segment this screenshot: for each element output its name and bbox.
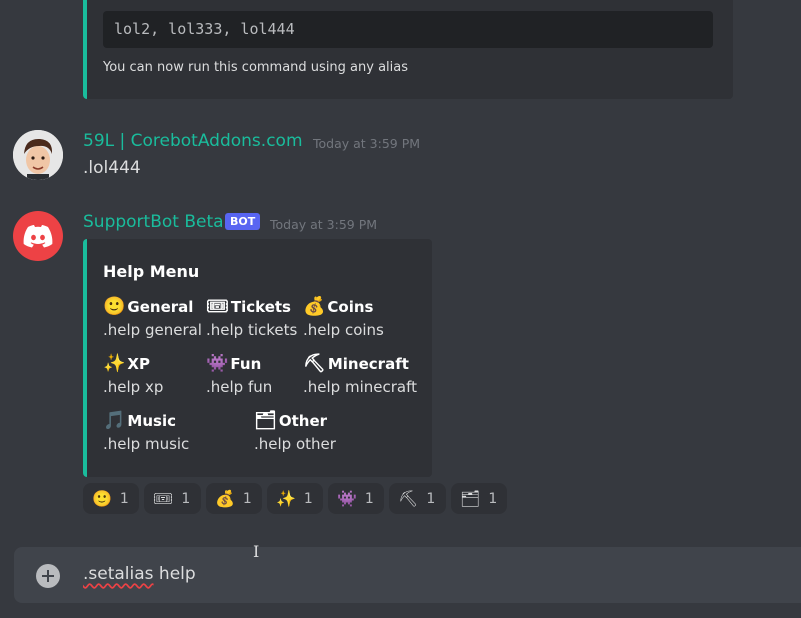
- field-general: 🙂 General .help general: [103, 296, 202, 339]
- pickaxe-icon: ⛏: [398, 489, 419, 508]
- help-menu-title: Help Menu: [103, 262, 200, 281]
- bot-tag-badge: BOT: [225, 213, 261, 230]
- field-minecraft: ⛏ Minecraft .help minecraft: [303, 353, 417, 396]
- bot-avatar[interactable]: [13, 211, 63, 261]
- ticket-icon: 🎟: [153, 489, 174, 508]
- money-bag-icon: 💰: [215, 489, 235, 508]
- field-other: 🗂 Other .help other: [254, 410, 336, 453]
- field-fun: 👾 Fun .help fun: [206, 353, 272, 396]
- reaction-count: 1: [119, 490, 129, 507]
- user-timestamp: Today at 3:59 PM: [313, 136, 421, 151]
- field-xp: ✨ XP .help xp: [103, 353, 163, 396]
- reaction-smiley[interactable]: 🙂 1: [83, 483, 139, 514]
- bot-timestamp: Today at 3:59 PM: [270, 217, 378, 232]
- reaction-count: 1: [242, 490, 252, 507]
- text-cursor-icon: I: [253, 542, 260, 561]
- reaction-game[interactable]: 👾 1: [328, 483, 384, 514]
- misspelled-word: .setalias: [83, 564, 154, 584]
- plus-icon: [42, 570, 54, 582]
- message-input-rest: help: [153, 564, 196, 584]
- money-bag-icon: 💰: [303, 296, 326, 317]
- field-name: Tickets: [230, 298, 291, 316]
- alias-embed-description: You can now run this command using any a…: [103, 60, 409, 75]
- card-index-icon: 🗂: [460, 489, 481, 508]
- card-index-icon: 🗂: [254, 410, 277, 431]
- field-name: Fun: [230, 355, 262, 373]
- sparkles-icon: ✨: [103, 353, 126, 374]
- game-icon: 👾: [337, 489, 357, 508]
- reaction-card-index[interactable]: 🗂 1: [451, 483, 507, 514]
- field-value: .help fun: [206, 378, 273, 396]
- user-message-text: .lol444: [83, 158, 141, 178]
- alias-embed: lol2, lol333, lol444 You can now run thi…: [83, 0, 733, 99]
- reaction-count: 1: [303, 490, 313, 507]
- bot-username[interactable]: SupportBot Beta: [83, 212, 224, 232]
- game-icon: 👾: [206, 353, 229, 374]
- field-name: General: [127, 298, 194, 316]
- field-value: .help xp: [103, 378, 164, 396]
- discord-logo-icon: [23, 225, 53, 248]
- field-name: Other: [278, 412, 328, 430]
- reaction-sparkles[interactable]: ✨ 1: [267, 483, 323, 514]
- field-music: 🎵 Music .help music: [103, 410, 189, 453]
- reaction-pickaxe[interactable]: ⛏ 1: [389, 483, 446, 514]
- field-value: .help general: [103, 321, 202, 339]
- field-name: Coins: [327, 298, 374, 316]
- field-value: .help coins: [303, 321, 384, 339]
- sparkles-icon: ✨: [276, 489, 296, 508]
- alias-code-block: lol2, lol333, lol444: [103, 11, 713, 48]
- music-note-icon: 🎵: [103, 410, 126, 431]
- pickaxe-icon: ⛏: [303, 353, 326, 374]
- ticket-icon: 🎟: [206, 296, 229, 317]
- field-value: .help other: [254, 435, 336, 453]
- field-name: XP: [127, 355, 150, 373]
- reaction-count: 1: [364, 490, 374, 507]
- field-value: .help minecraft: [303, 378, 417, 396]
- help-menu-embed: Help Menu 🙂 General .help general 🎟 Ticket…: [83, 239, 432, 477]
- reaction-count: 1: [426, 490, 436, 507]
- smiley-icon: 🙂: [103, 296, 126, 317]
- upload-button[interactable]: [36, 564, 60, 588]
- field-name: Music: [127, 412, 176, 430]
- message-input-text[interactable]: .setalias help: [83, 564, 196, 584]
- reaction-money-bag[interactable]: 💰 1: [206, 483, 262, 514]
- reaction-count: 1: [488, 490, 498, 507]
- user-username[interactable]: 59L | CorebotAddons.com: [83, 131, 303, 151]
- user-avatar[interactable]: [13, 130, 63, 180]
- field-value: .help music: [103, 435, 190, 453]
- reaction-count: 1: [181, 490, 191, 507]
- message-input[interactable]: .setalias help: [14, 547, 801, 603]
- smiley-icon: 🙂: [92, 489, 112, 508]
- field-value: .help tickets: [206, 321, 298, 339]
- reaction-ticket[interactable]: 🎟 1: [144, 483, 201, 514]
- field-coins: 💰 Coins .help coins: [303, 296, 384, 339]
- field-tickets: 🎟 Tickets .help tickets: [206, 296, 297, 339]
- field-name: Minecraft: [327, 355, 409, 373]
